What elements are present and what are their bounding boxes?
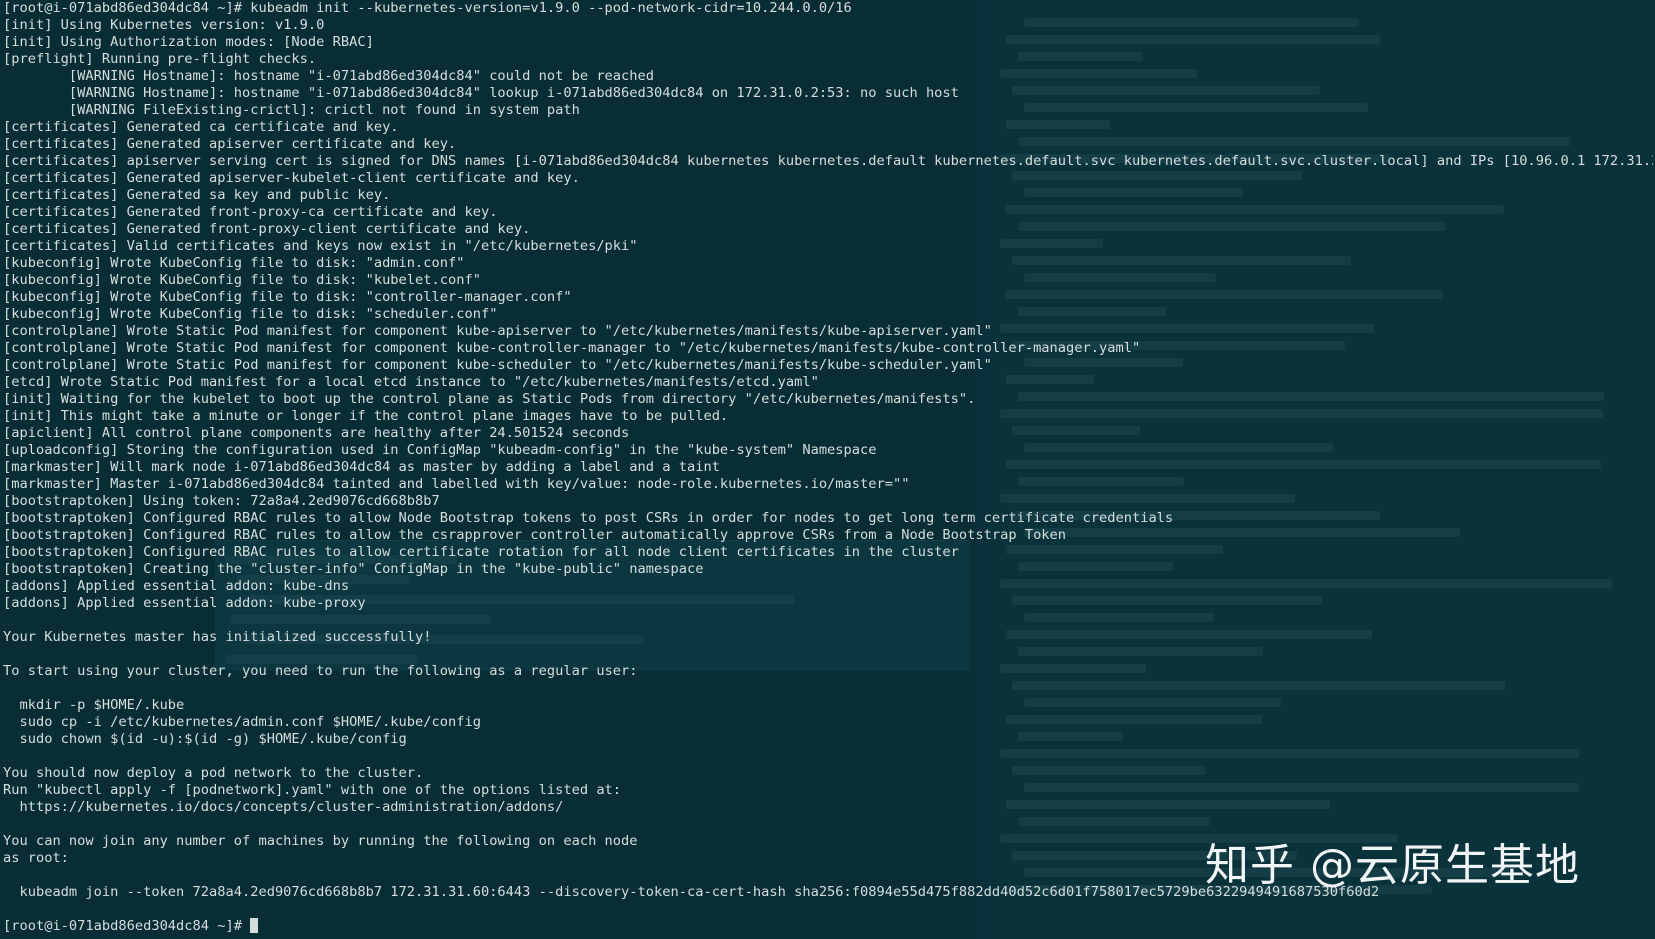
terminal-line: sudo cp -i /etc/kubernetes/admin.conf $H…	[3, 714, 481, 730]
terminal-line: sudo chown $(id -u):$(id -g) $HOME/.kube…	[3, 731, 407, 747]
terminal-line: [addons] Applied essential addon: kube-d…	[3, 578, 350, 594]
terminal-line: [init] Using Kubernetes version: v1.9.0	[3, 17, 325, 33]
terminal-line: [certificates] Valid certificates and ke…	[3, 238, 638, 254]
terminal-line: [bootstraptoken] Using token: 72a8a4.2ed…	[3, 493, 440, 509]
text-cursor	[250, 918, 259, 933]
terminal-line: You should now deploy a pod network to t…	[3, 765, 424, 781]
terminal-line: [certificates] Generated ca certificate …	[3, 119, 399, 135]
terminal-prompt-line[interactable]: [root@i-071abd86ed304dc84 ~]#	[3, 918, 1653, 935]
terminal-line: [certificates] Generated front-proxy-ca …	[3, 204, 498, 220]
terminal-line: [bootstraptoken] Creating the "cluster-i…	[3, 561, 704, 577]
terminal-line: [WARNING FileExisting-crictl]: crictl no…	[3, 102, 580, 118]
terminal-line: [apiclient] All control plane components…	[3, 425, 630, 441]
terminal-line: [certificates] Generated sa key and publ…	[3, 187, 391, 203]
terminal-line: [preflight] Running pre-flight checks.	[3, 51, 317, 67]
terminal-line: [kubeconfig] Wrote KubeConfig file to di…	[3, 272, 481, 288]
terminal-line: [certificates] Generated apiserver certi…	[3, 136, 457, 152]
terminal-line: mkdir -p $HOME/.kube	[3, 697, 185, 713]
terminal-line: [bootstraptoken] Configured RBAC rules t…	[3, 510, 1174, 526]
terminal-line: [init] Waiting for the kubelet to boot u…	[3, 391, 976, 407]
terminal-line: [certificates] Generated front-proxy-cli…	[3, 221, 531, 237]
terminal-line: [bootstraptoken] Configured RBAC rules t…	[3, 544, 959, 560]
terminal-line: [kubeconfig] Wrote KubeConfig file to di…	[3, 255, 465, 271]
terminal-line: To start using your cluster, you need to…	[3, 663, 638, 679]
terminal-line: [certificates] apiserver serving cert is…	[3, 153, 1653, 169]
terminal-line: https://kubernetes.io/docs/concepts/clus…	[3, 799, 564, 815]
terminal-line: [controlplane] Wrote Static Pod manifest…	[3, 357, 992, 373]
terminal-line: [addons] Applied essential addon: kube-p…	[3, 595, 366, 611]
terminal-line: [uploadconfig] Storing the configuration…	[3, 442, 877, 458]
terminal-line: [controlplane] Wrote Static Pod manifest…	[3, 323, 992, 339]
terminal-line: [markmaster] Master i-071abd86ed304dc84 …	[3, 476, 910, 492]
terminal-line: Run "kubectl apply -f [podnetwork].yaml"…	[3, 782, 622, 798]
terminal-line: [kubeconfig] Wrote KubeConfig file to di…	[3, 306, 498, 322]
terminal-line: [etcd] Wrote Static Pod manifest for a l…	[3, 374, 819, 390]
terminal-line: Your Kubernetes master has initialized s…	[3, 629, 432, 645]
terminal-line: [init] This might take a minute or longe…	[3, 408, 729, 424]
terminal-line: [kubeconfig] Wrote KubeConfig file to di…	[3, 289, 572, 305]
terminal-output[interactable]: [root@i-071abd86ed304dc84 ~]# kubeadm in…	[3, 0, 1653, 939]
terminal-line: [controlplane] Wrote Static Pod manifest…	[3, 340, 1141, 356]
zhihu-watermark: 知乎 @云原生基地	[1205, 840, 1580, 891]
terminal-line: [markmaster] Will mark node i-071abd86ed…	[3, 459, 720, 475]
shell-prompt: [root@i-071abd86ed304dc84 ~]#	[3, 918, 251, 934]
terminal-line: [certificates] Generated apiserver-kubel…	[3, 170, 580, 186]
terminal-line: [WARNING Hostname]: hostname "i-071abd86…	[3, 85, 959, 101]
terminal-line: [bootstraptoken] Configured RBAC rules t…	[3, 527, 1067, 543]
terminal-line: [WARNING Hostname]: hostname "i-071abd86…	[3, 68, 655, 84]
terminal-line: [init] Using Authorization modes: [Node …	[3, 34, 374, 50]
terminal-line: [root@i-071abd86ed304dc84 ~]# kubeadm in…	[3, 0, 852, 16]
